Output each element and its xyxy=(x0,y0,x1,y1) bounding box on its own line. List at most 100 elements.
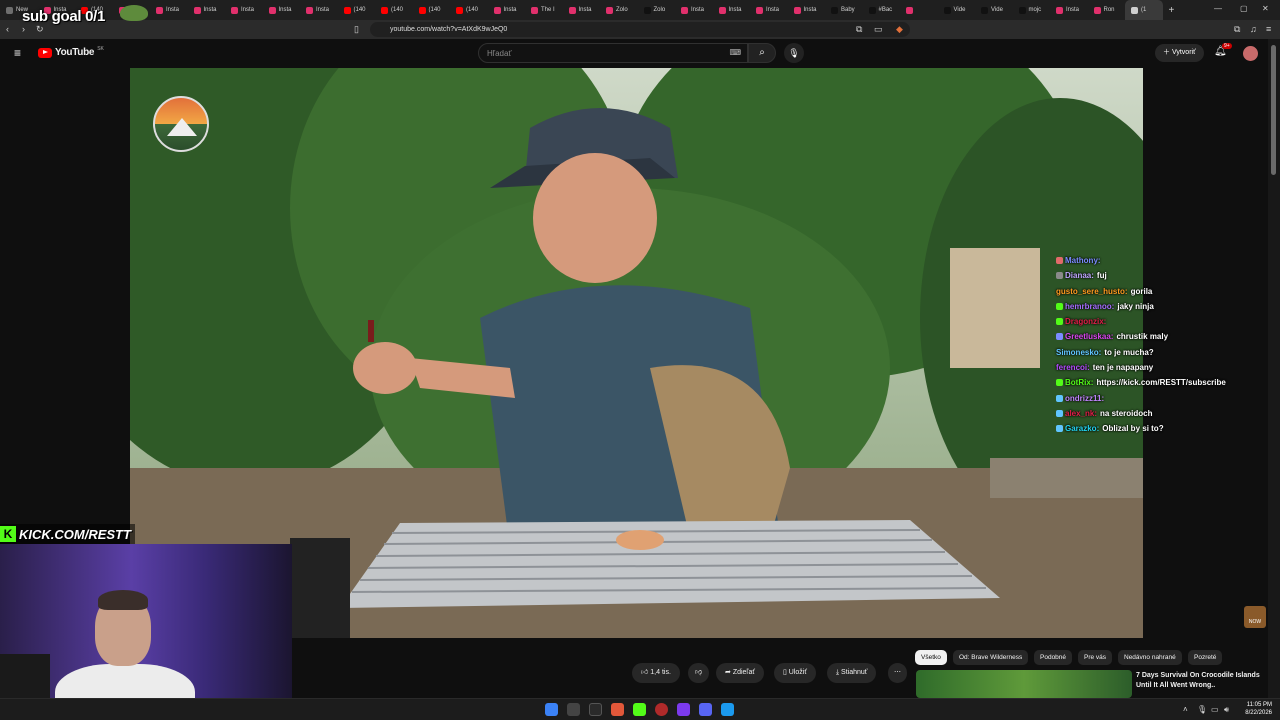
chat-badge-icon xyxy=(1056,272,1063,280)
browser-tab[interactable]: mojc xyxy=(1013,0,1051,20)
browser-tab[interactable]: (140 xyxy=(413,0,451,20)
like-button[interactable]: 👍︎ 1,4 tis. xyxy=(632,663,680,683)
chat-message: Simonesko: to je mucha? xyxy=(1056,345,1256,360)
new-tab-button[interactable]: + xyxy=(1163,5,1175,16)
filter-chip[interactable]: Všetko xyxy=(915,650,947,665)
browser-tab[interactable]: #Bac xyxy=(863,0,901,20)
browser-tab[interactable]: Insta xyxy=(150,0,188,20)
browser-tab[interactable]: Insta xyxy=(263,0,301,20)
chat-username: hemrbranoo: xyxy=(1065,301,1115,311)
browser-tab[interactable]: Insta xyxy=(675,0,713,20)
hamburger-menu-icon[interactable]: ≡ xyxy=(14,46,21,60)
browser-tab[interactable]: The I xyxy=(525,0,563,20)
tab-favicon-icon xyxy=(456,6,463,14)
taskbar-clock[interactable]: 11:05 PM 8/22/2026 xyxy=(1238,701,1272,717)
translate-icon[interactable]: ⧉ xyxy=(856,24,862,34)
obs-icon[interactable] xyxy=(655,703,668,716)
browser-tab[interactable]: Insta xyxy=(300,0,338,20)
save-button[interactable]: ▯ Uložiť xyxy=(774,663,816,683)
chat-badge-icon xyxy=(1056,333,1063,341)
download-button[interactable]: ⤓ Stiahnuť xyxy=(827,663,877,683)
browser-tab[interactable]: Ron xyxy=(1088,0,1126,20)
twitch-icon[interactable] xyxy=(677,703,690,716)
browser-tab[interactable]: Insta xyxy=(1050,0,1088,20)
brave-shield-icon[interactable]: ◆ xyxy=(896,24,903,34)
recommended-video-title[interactable]: 7 Days Survival On Crocodile Islands Unt… xyxy=(1136,671,1261,691)
browser-tab[interactable]: Vide xyxy=(938,0,976,20)
filter-chip[interactable]: Podobné xyxy=(1034,650,1073,665)
app-icon[interactable] xyxy=(589,703,602,716)
extensions-icon[interactable]: ⧉ xyxy=(1234,24,1240,34)
menu-icon[interactable]: ≡ xyxy=(1266,24,1271,34)
stream-chat-overlay: Mathony: Dianaa: fuj gusto_sere_husto: goril… xyxy=(1056,253,1256,437)
tab-label: Insta xyxy=(166,7,180,13)
recommended-video-thumbnail[interactable] xyxy=(916,670,1132,698)
search-input[interactable]: Hľadať ⌨ xyxy=(478,43,748,63)
create-button[interactable]: ＋ Vytvoriť xyxy=(1155,44,1204,62)
browser-tab[interactable]: Insta xyxy=(750,0,788,20)
chat-badge-icon xyxy=(1056,257,1063,264)
browser-tab[interactable] xyxy=(900,0,938,20)
browser-tab[interactable]: (140 xyxy=(338,0,376,20)
maximize-icon[interactable]: ▢ xyxy=(1240,4,1248,13)
close-window-icon[interactable]: ✕ xyxy=(1262,4,1269,13)
tab-favicon-icon xyxy=(906,6,913,14)
youtube-wordmark: YouTube xyxy=(55,47,95,58)
keyboard-icon[interactable]: ⌨ xyxy=(729,48,741,57)
tab-favicon-icon xyxy=(681,6,688,14)
browser-tab[interactable]: Insta xyxy=(488,0,526,20)
dislike-button[interactable]: 👎︎ xyxy=(688,663,710,683)
browser-tab[interactable]: Insta xyxy=(788,0,826,20)
task-view-icon[interactable] xyxy=(567,703,580,716)
chat-badge-icon xyxy=(1056,379,1063,387)
back-icon[interactable]: ‹ xyxy=(6,24,9,34)
tab-label: Insta xyxy=(728,7,742,13)
volume-tray-icon[interactable]: 🔊︎ xyxy=(1224,705,1229,715)
browser-tab[interactable]: Zolo xyxy=(638,0,676,20)
browser-tab[interactable]: Zolo xyxy=(600,0,638,20)
tab-favicon-icon xyxy=(793,6,801,14)
youtube-logo[interactable]: YouTube SK xyxy=(38,46,104,58)
browser-tab[interactable]: Insta xyxy=(225,0,263,20)
search-button[interactable]: ⌕ xyxy=(748,43,776,63)
browser-tab[interactable]: Insta xyxy=(188,0,226,20)
minimize-icon[interactable]: — xyxy=(1214,4,1222,13)
filter-chip[interactable]: Nedávno nahrané xyxy=(1118,650,1182,665)
discord-icon[interactable] xyxy=(699,703,712,716)
mic-tray-icon[interactable]: 🎙 xyxy=(1197,705,1207,714)
browser-tab[interactable]: Vide xyxy=(975,0,1013,20)
chat-message: hemrbranoo: jaky ninja xyxy=(1056,299,1256,314)
share-button[interactable]: ➦ Zdieľať xyxy=(716,663,764,683)
voice-search-button[interactable]: 🎙 xyxy=(784,43,804,63)
browser-tab[interactable]: Baby xyxy=(825,0,863,20)
filter-chip[interactable]: Pozreté xyxy=(1188,650,1223,665)
page-scrollbar-thumb[interactable] xyxy=(1271,45,1276,175)
chat-username: ondrizz11: xyxy=(1065,393,1105,403)
display-tray-icon[interactable]: ▭ xyxy=(1211,705,1219,714)
brave-browser-icon[interactable] xyxy=(611,703,624,716)
screen-icon[interactable]: ▭ xyxy=(874,24,883,34)
chat-message: alex_nk: na steroidoch xyxy=(1056,406,1256,421)
like-count: 1,4 tis. xyxy=(650,669,671,676)
more-actions-button[interactable]: ⋯ xyxy=(888,663,907,683)
browser-tab[interactable]: Insta xyxy=(713,0,751,20)
filter-chip[interactable]: Pre vás xyxy=(1078,650,1113,665)
browser-tab[interactable]: (140 xyxy=(450,0,488,20)
url-field[interactable]: youtube.com/watch?v=AtXdK9wJeQ0 xyxy=(370,22,910,37)
filter-chip[interactable]: Od: Brave Wilderness xyxy=(953,650,1029,665)
media-icon[interactable]: ♫ xyxy=(1250,24,1257,34)
account-avatar[interactable] xyxy=(1243,46,1258,61)
forward-icon[interactable]: › xyxy=(22,24,25,34)
kick-app-icon[interactable] xyxy=(633,703,646,716)
browser-tab[interactable]: (140 xyxy=(375,0,413,20)
browser-tab[interactable]: (1 xyxy=(1125,0,1163,20)
chat-message: ferencoi: ten je napapany xyxy=(1056,360,1256,375)
tray-chevron-icon[interactable]: ˄ xyxy=(1183,705,1188,714)
steam-icon[interactable] xyxy=(721,703,734,716)
start-windows-icon[interactable] xyxy=(545,703,558,716)
bookmark-icon[interactable]: ▯ xyxy=(354,24,359,34)
reload-icon[interactable]: ↻ xyxy=(36,24,44,34)
browser-tab-strip: NewInsta(140InstaInstaInstaInstaInstaIns… xyxy=(0,0,1280,20)
browser-tab[interactable]: Insta xyxy=(563,0,601,20)
tab-favicon-icon xyxy=(1018,6,1026,14)
